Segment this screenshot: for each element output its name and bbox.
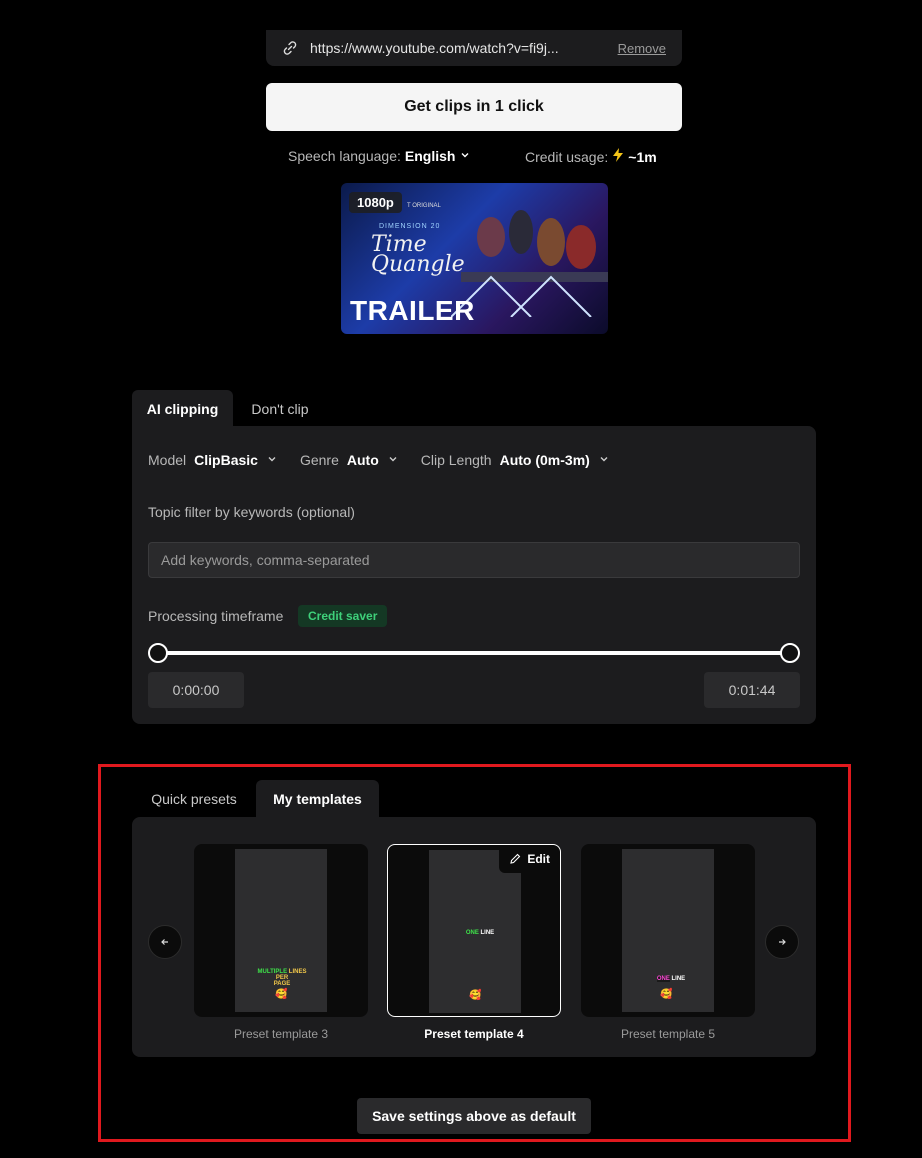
edit-template-button[interactable]: Edit bbox=[499, 845, 560, 873]
lightning-icon bbox=[612, 148, 624, 165]
timeframe-start-handle[interactable] bbox=[148, 643, 168, 663]
template-emoji: 🥰 bbox=[469, 990, 482, 1001]
chevron-down-icon bbox=[459, 148, 471, 164]
credit-usage: Credit usage: ~1m bbox=[525, 148, 657, 165]
template-card[interactable]: ONE LINE 🥰 bbox=[581, 844, 755, 1017]
template-emoji: 🥰 bbox=[660, 989, 673, 1000]
template-preview: ONE LINE 🥰 bbox=[429, 850, 521, 1013]
model-dropdown[interactable]: Model ClipBasic bbox=[148, 452, 278, 468]
template-emoji: 🥰 bbox=[275, 989, 288, 1000]
clip-length-value: Auto (0m-3m) bbox=[499, 452, 590, 468]
tab-quick-presets[interactable]: Quick presets bbox=[132, 780, 256, 818]
speech-language-label: Speech language: bbox=[288, 148, 401, 164]
template-card[interactable]: MULTIPLE LINES PER PAGE 🥰 bbox=[194, 844, 368, 1017]
resolution-badge: 1080p bbox=[349, 192, 402, 213]
templates-panel: MULTIPLE LINES PER PAGE 🥰 Preset templat… bbox=[132, 817, 816, 1057]
credit-usage-value: ~1m bbox=[628, 148, 657, 165]
timeframe-end-handle[interactable] bbox=[780, 643, 800, 663]
topic-filter-label: Topic filter by keywords (optional) bbox=[148, 504, 355, 520]
genre-dropdown[interactable]: Genre Auto bbox=[300, 452, 399, 468]
chevron-down-icon bbox=[598, 452, 610, 468]
get-clips-button[interactable]: Get clips in 1 click bbox=[266, 83, 682, 131]
source-url-text: https://www.youtube.com/watch?v=fi9j... bbox=[310, 40, 559, 56]
thumbnail-title: Time Quangle bbox=[371, 234, 465, 277]
thumbnail-trailer-text: TRAILER bbox=[350, 295, 475, 326]
template-caption-preview: ONE LINE bbox=[465, 930, 495, 936]
link-icon bbox=[282, 40, 298, 56]
caption-text: PAGE bbox=[273, 981, 291, 987]
caption-text: LINE bbox=[480, 930, 495, 936]
template-preview: MULTIPLE LINES PER PAGE 🥰 bbox=[235, 849, 327, 1012]
thumbnail-original-text: T ORIGINAL bbox=[407, 203, 441, 209]
next-template-button[interactable] bbox=[765, 925, 799, 959]
clip-length-dropdown[interactable]: Clip Length Auto (0m-3m) bbox=[421, 452, 610, 468]
timeframe-end-field[interactable]: 0:01:44 bbox=[704, 672, 800, 708]
template-caption-preview: ONE LINE bbox=[656, 976, 686, 982]
clip-length-label: Clip Length bbox=[420, 452, 492, 468]
tab-ai-clipping[interactable]: AI clipping bbox=[132, 390, 233, 428]
source-url-bar: https://www.youtube.com/watch?v=fi9j... … bbox=[266, 30, 682, 66]
edit-label: Edit bbox=[527, 852, 550, 866]
tab-my-templates[interactable]: My templates bbox=[256, 780, 379, 818]
video-thumbnail: 1080p T ORIGINAL DIMENSION 20 Time Quang… bbox=[341, 183, 608, 334]
tab-dont-clip[interactable]: Don't clip bbox=[233, 390, 327, 428]
caption-text: ONE bbox=[465, 930, 479, 936]
remove-link[interactable]: Remove bbox=[618, 41, 666, 56]
caption-text: ONE bbox=[656, 976, 670, 982]
template-label: Preset template 4 bbox=[424, 1027, 524, 1041]
speech-language-selector[interactable]: Speech language: English bbox=[288, 148, 471, 164]
model-label: Model bbox=[148, 452, 187, 468]
clip-meta-row: Speech language: English Credit usage: ~… bbox=[0, 148, 922, 168]
save-default-button[interactable]: Save settings above as default bbox=[357, 1098, 591, 1134]
ai-clipping-panel: Model ClipBasic Genre Auto Clip Length A… bbox=[132, 426, 816, 724]
genre-label: Genre bbox=[299, 452, 339, 468]
thumbnail-dimension-text: DIMENSION 20 bbox=[379, 223, 441, 230]
chevron-down-icon bbox=[266, 452, 278, 468]
credit-saver-badge: Credit saver bbox=[298, 605, 388, 627]
template-label: Preset template 3 bbox=[233, 1027, 329, 1041]
speech-language-value: English bbox=[404, 148, 456, 164]
credit-usage-label: Credit usage: bbox=[525, 148, 609, 165]
template-preview: ONE LINE 🥰 bbox=[622, 849, 714, 1012]
model-value: ClipBasic bbox=[194, 452, 258, 468]
thumbnail-title-line: Quangle bbox=[371, 252, 465, 277]
previous-template-button[interactable] bbox=[148, 925, 182, 959]
template-label: Preset template 5 bbox=[620, 1027, 716, 1041]
arrow-right-icon bbox=[779, 939, 786, 945]
clip-options: Model ClipBasic Genre Auto Clip Length A… bbox=[148, 452, 610, 468]
processing-timeframe-label: Processing timeframe bbox=[148, 608, 284, 624]
genre-value: Auto bbox=[346, 452, 379, 468]
keywords-input[interactable] bbox=[148, 542, 800, 578]
pencil-icon bbox=[510, 853, 521, 864]
chevron-down-icon bbox=[387, 452, 399, 468]
arrow-left-icon bbox=[161, 939, 168, 945]
template-card-selected[interactable]: ONE LINE 🥰 Edit bbox=[387, 844, 561, 1017]
timeframe-start-field[interactable]: 0:00:00 bbox=[148, 672, 244, 708]
caption-text: LINE bbox=[671, 976, 686, 982]
timeframe-slider-track[interactable] bbox=[158, 651, 790, 655]
template-caption-preview: MULTIPLE LINES PER PAGE bbox=[253, 969, 311, 987]
